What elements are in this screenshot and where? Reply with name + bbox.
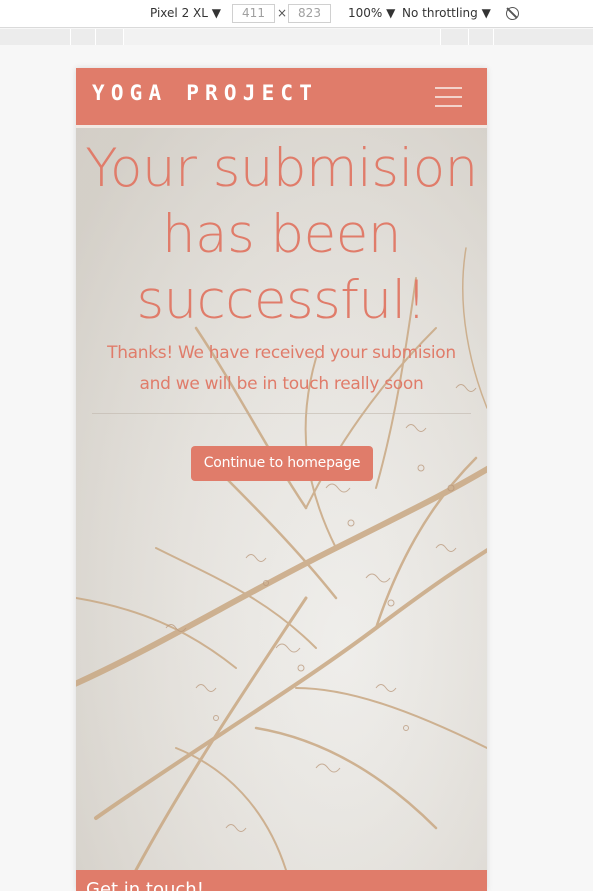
device-select[interactable]: Pixel 2 XL ▼ bbox=[150, 6, 221, 20]
viewport-height-input[interactable]: 823 bbox=[288, 4, 331, 23]
media-query-ruler[interactable] bbox=[0, 29, 593, 45]
confirmation-message: Thanks! We have received your submision … bbox=[107, 343, 456, 394]
brand-logo[interactable]: YOGA PROJECT bbox=[92, 81, 318, 105]
navbar: YOGA PROJECT bbox=[76, 68, 487, 125]
viewport-width-input[interactable]: 411 bbox=[232, 4, 275, 23]
continue-to-homepage-button[interactable]: Continue to homepage bbox=[191, 446, 373, 481]
throttling-select[interactable]: No throttling ▼ bbox=[402, 6, 491, 20]
zoom-select[interactable]: 100% ▼ bbox=[348, 6, 395, 20]
ruler-segment[interactable] bbox=[493, 29, 494, 45]
ruler-segment-active[interactable] bbox=[123, 29, 441, 45]
ruler-segment[interactable] bbox=[70, 29, 71, 45]
rotate-icon[interactable] bbox=[506, 7, 519, 20]
devtools-device-toolbar: Pixel 2 XL ▼ 411 × 823 100% ▼ No throttl… bbox=[0, 0, 593, 28]
ruler-segment[interactable] bbox=[468, 29, 469, 45]
footer-title: Get in touch! bbox=[86, 879, 204, 891]
footer: Get in touch! bbox=[76, 870, 487, 891]
dimension-separator: × bbox=[277, 6, 288, 20]
ruler-segment[interactable] bbox=[95, 29, 96, 45]
success-headline: Your submision has been successful! bbox=[85, 138, 478, 331]
hero-section: Your submision has been successful! Than… bbox=[76, 128, 487, 870]
mobile-viewport: YOGA PROJECT Your submision has been suc… bbox=[76, 68, 487, 891]
divider bbox=[92, 413, 471, 414]
hamburger-menu-icon[interactable] bbox=[435, 86, 463, 108]
